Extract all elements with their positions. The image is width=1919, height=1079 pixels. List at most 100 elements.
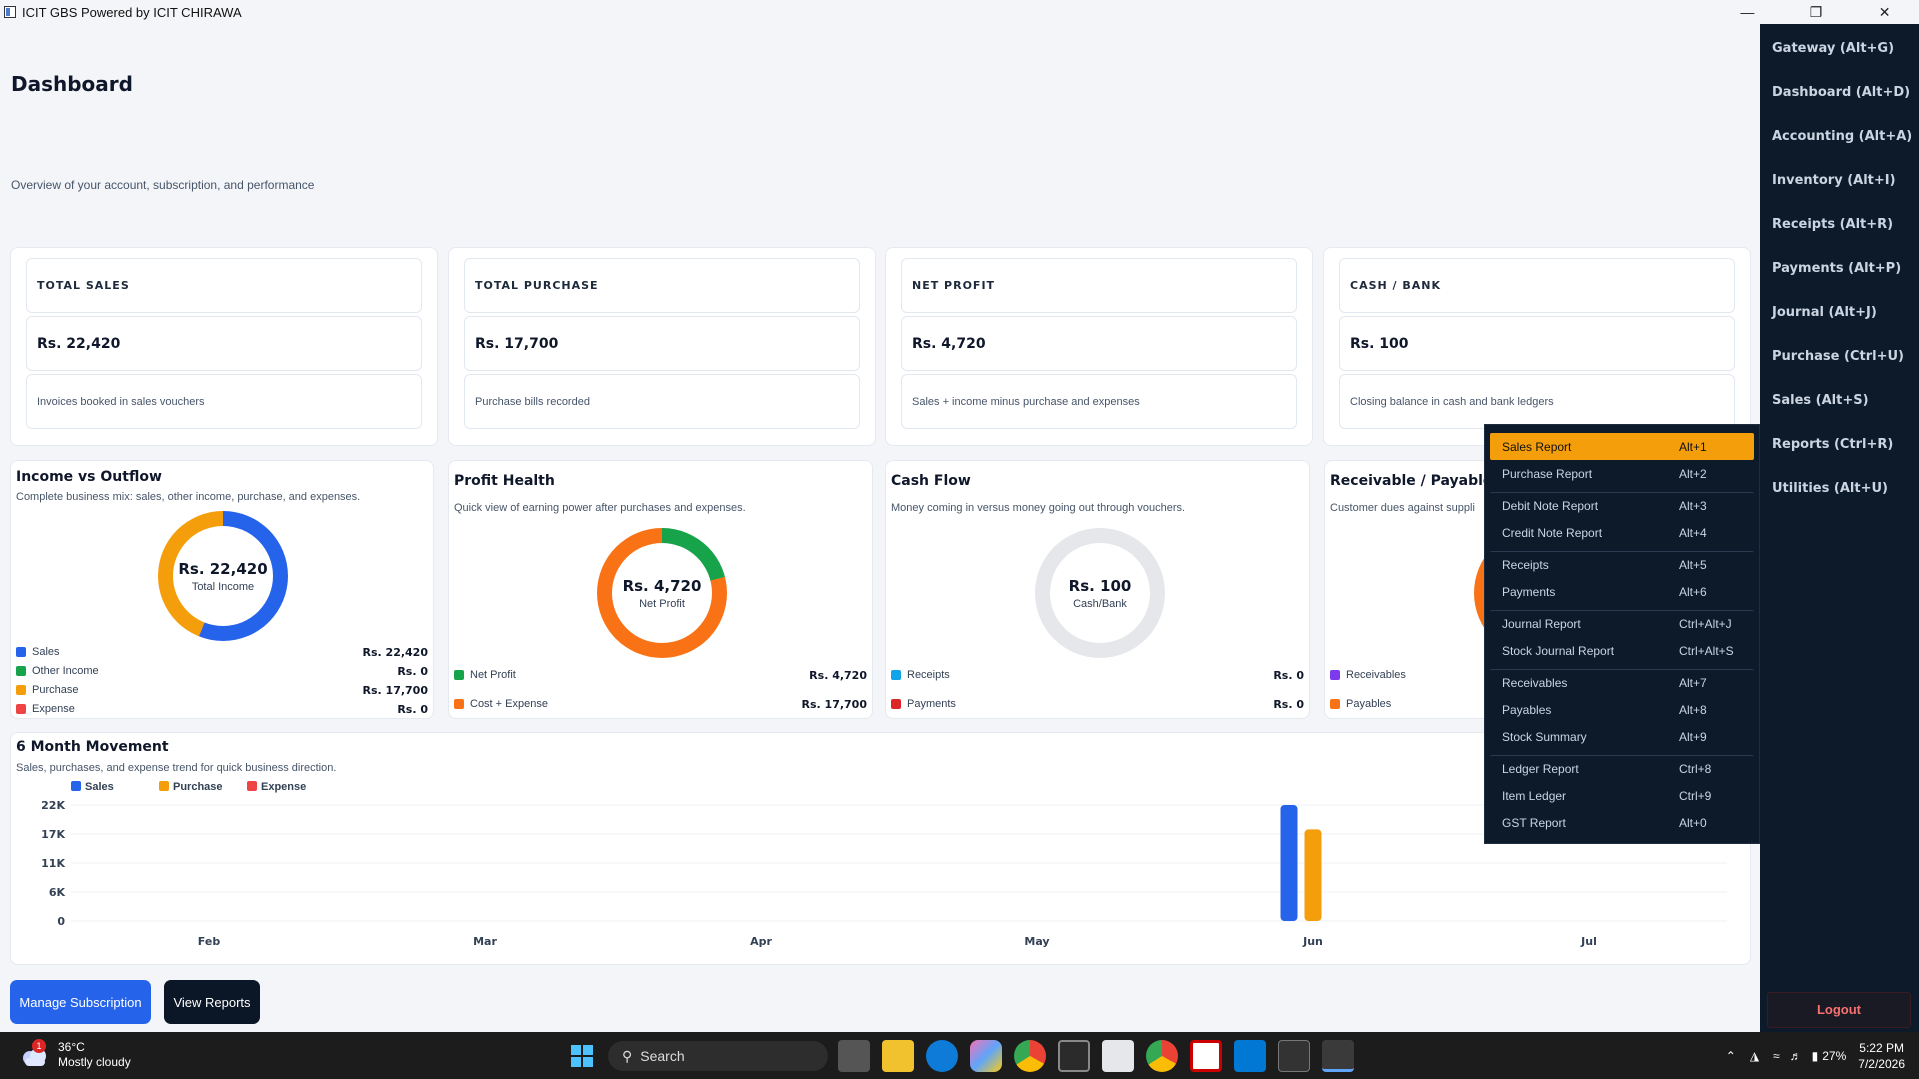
stat-label: TOTAL SALES [26, 258, 422, 313]
sidebar-item-receipts[interactable]: Receipts (Alt+R) [1760, 200, 1919, 244]
legend-swatch [16, 685, 26, 695]
copilot-icon[interactable] [970, 1040, 1002, 1072]
stat-label: NET PROFIT [901, 258, 1297, 313]
legend-swatch [1330, 670, 1340, 680]
sidebar-item-journal[interactable]: Journal (Alt+J) [1760, 288, 1919, 332]
menu-item-label: Receipts [1502, 558, 1549, 572]
income-donut-chart: Rs. 22,420 Total Income [158, 511, 288, 641]
menu-item-item-ledger[interactable]: Item Ledger Ctrl+9 [1490, 782, 1754, 809]
x-tick-label: Mar [473, 935, 497, 948]
bar-sales-jun [1280, 805, 1298, 921]
x-tick-label: Apr [750, 935, 772, 948]
menu-item-shortcut: Alt+5 [1679, 558, 1707, 572]
legend-label: Sales [32, 646, 60, 658]
menu-item-shortcut: Ctrl+Alt+S [1679, 643, 1734, 658]
menu-item-credit-note-report[interactable]: Credit Note Report Alt+4 [1490, 519, 1754, 546]
sidebar-item-dashboard[interactable]: Dashboard (Alt+D) [1760, 68, 1919, 112]
panel-title: Profit Health [454, 473, 555, 489]
system-tray: ⌃ ◮ ≈ ♬ ▮ 27% 5:22 PM 7/2/2026 [1726, 1032, 1919, 1079]
weather-widget[interactable]: 1 36°C Mostly cloudy [20, 1039, 131, 1070]
sidebar-item-reports[interactable]: Reports (Ctrl+R) [1760, 420, 1919, 464]
sidebar-item-inventory[interactable]: Inventory (Alt+I) [1760, 156, 1919, 200]
sidebar-item-gateway[interactable]: Gateway (Alt+G) [1760, 24, 1919, 68]
menu-item-shortcut: Alt+2 [1679, 466, 1707, 481]
battery-icon[interactable]: ▮ [1812, 1049, 1819, 1063]
icit-app-icon[interactable] [1322, 1040, 1354, 1072]
legend-swatch-purchase [159, 781, 169, 791]
panel-title: Cash Flow [891, 473, 971, 489]
menu-item-label: Purchase Report [1502, 466, 1593, 481]
network-icon[interactable]: ◮ [1750, 1049, 1759, 1063]
menu-item-stock-journal-report[interactable]: Stock Journal Report Ctrl+Alt+S [1490, 637, 1754, 664]
sidebar-item-utilities[interactable]: Utilities (Alt+U) [1760, 464, 1919, 508]
weather-condition: Mostly cloudy [58, 1055, 131, 1069]
sidebar-item-sales[interactable]: Sales (Alt+S) [1760, 376, 1919, 420]
menu-item-payments[interactable]: Payments Alt+6 [1490, 578, 1754, 605]
legend-label: Payments [907, 698, 956, 710]
clock[interactable]: 5:22 PM 7/2/2026 [1858, 1040, 1905, 1072]
cashflow-donut-chart: Rs. 100 Cash/Bank [1035, 528, 1165, 658]
menu-item-receivables[interactable]: Receivables Alt+7 [1490, 669, 1754, 696]
edge-icon[interactable] [926, 1040, 958, 1072]
file-explorer-icon[interactable] [882, 1040, 914, 1072]
legend-swatch-sales [71, 781, 81, 791]
minimize-icon[interactable]: — [1727, 4, 1767, 20]
menu-item-label: Journal Report [1502, 617, 1581, 631]
window-controls: — ❐ ✕ [1713, 0, 1919, 24]
sidebar-item-accounting[interactable]: Accounting (Alt+A) [1760, 112, 1919, 156]
battery-percent: 27% [1822, 1048, 1847, 1063]
logout-button[interactable]: Logout [1767, 992, 1911, 1028]
menu-item-ledger-report[interactable]: Ledger Report Ctrl+8 [1490, 755, 1754, 782]
chevron-up-icon[interactable]: ⌃ [1726, 1049, 1736, 1063]
app-a-icon[interactable] [1102, 1040, 1134, 1072]
wifi-icon[interactable]: ≈ [1773, 1049, 1780, 1063]
task-view-icon[interactable] [838, 1040, 870, 1072]
sidebar-item-purchase[interactable]: Purchase (Ctrl+U) [1760, 332, 1919, 376]
donut-label: Net Profit [639, 597, 685, 610]
menu-item-debit-note-report[interactable]: Debit Note Report Alt+3 [1490, 492, 1754, 519]
chrome-profile-icon[interactable] [1146, 1040, 1178, 1072]
menu-item-stock-summary[interactable]: Stock Summary Alt+9 [1490, 723, 1754, 750]
legend-swatch [891, 699, 901, 709]
terminal-icon[interactable] [1278, 1040, 1310, 1072]
bar-purchase-jun [1304, 829, 1322, 921]
legend-item-cost-expense: Cost + Expense Rs. 17,700 [454, 695, 867, 713]
x-tick-label: Jul [1580, 935, 1597, 948]
search-bar[interactable]: ⚲ Search [608, 1041, 828, 1071]
legend-swatch [891, 670, 901, 680]
title-bar: ICIT GBS Powered by ICIT CHIRAWA [0, 0, 1760, 24]
x-tick-label: Jun [1302, 935, 1323, 948]
menu-item-payables[interactable]: Payables Alt+8 [1490, 696, 1754, 723]
stat-card-cash-bank: CASH / BANK Rs. 100 Closing balance in c… [1323, 247, 1751, 446]
menu-item-label: Stock Summary [1502, 729, 1587, 744]
menu-item-purchase-report[interactable]: Purchase Report Alt+2 [1490, 460, 1754, 487]
legend-item-receivables: Receivables [1330, 666, 1406, 684]
volume-icon[interactable]: ♬ [1790, 1049, 1802, 1063]
menu-item-sales-report[interactable]: Sales Report Alt+1 [1490, 433, 1754, 460]
menu-item-label: Sales Report [1502, 439, 1572, 454]
restore-icon[interactable]: ❐ [1796, 4, 1836, 21]
y-tick-label: 22K [41, 799, 65, 812]
close-icon[interactable]: ✕ [1865, 4, 1905, 21]
view-reports-button[interactable]: View Reports [164, 980, 260, 1024]
stat-note: Sales + income minus purchase and expens… [901, 374, 1297, 429]
menu-item-gst-report[interactable]: GST Report Alt+0 [1490, 809, 1754, 836]
legend-label: Purchase [32, 684, 79, 696]
legend-item-receipts: Receipts Rs. 0 [891, 666, 1304, 684]
menu-item-label: Payments [1502, 584, 1556, 599]
vscode-icon[interactable] [1234, 1040, 1266, 1072]
app-tool-icon[interactable] [1190, 1040, 1222, 1072]
menu-item-journal-report[interactable]: Journal Report Ctrl+Alt+J [1490, 610, 1754, 637]
store-icon[interactable] [1058, 1040, 1090, 1072]
sidebar-item-payments[interactable]: Payments (Alt+P) [1760, 244, 1919, 288]
menu-item-shortcut: Alt+0 [1679, 815, 1707, 830]
manage-subscription-button[interactable]: Manage Subscription [10, 980, 151, 1024]
legend-label: Receipts [907, 669, 950, 681]
stat-value: Rs. 4,720 [901, 316, 1297, 371]
menu-item-label: Stock Journal Report [1502, 643, 1615, 658]
legend-swatch [16, 647, 26, 657]
menu-item-receipts[interactable]: Receipts Alt+5 [1490, 551, 1754, 578]
start-icon[interactable] [566, 1040, 598, 1072]
chrome-icon[interactable] [1014, 1040, 1046, 1072]
app-icon [4, 6, 16, 18]
